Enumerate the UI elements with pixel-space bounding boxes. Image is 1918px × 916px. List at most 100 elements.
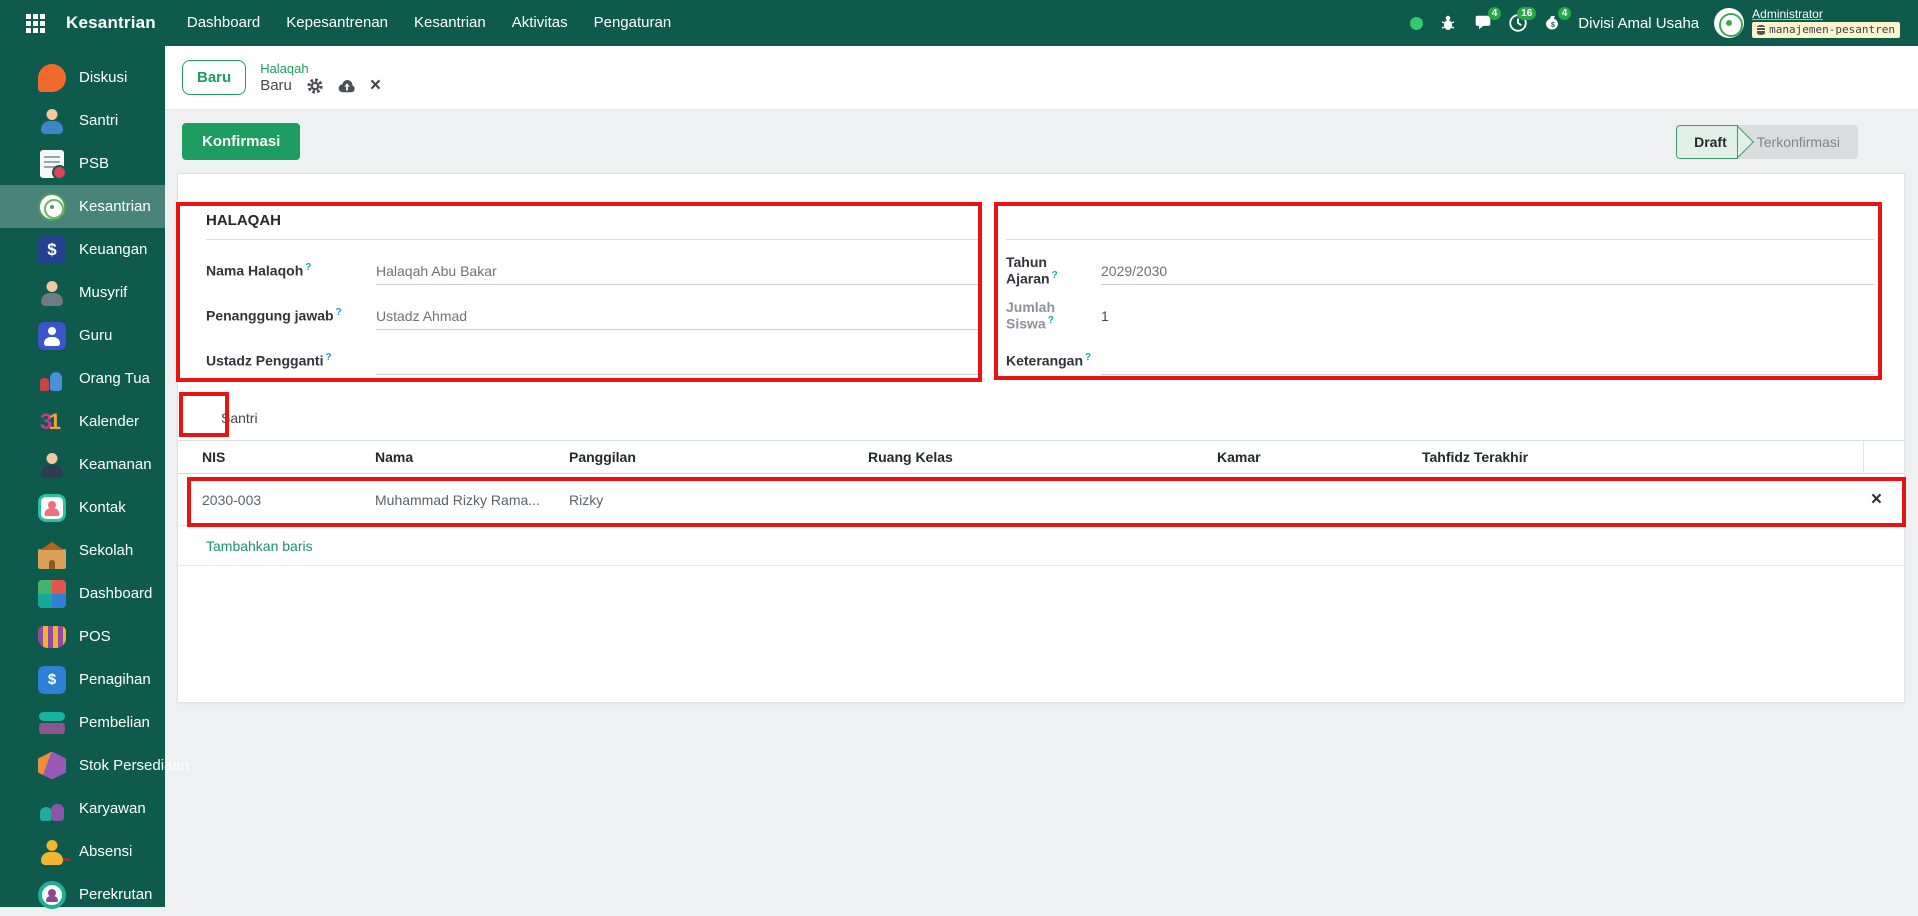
sidebar-item-kontak[interactable]: Kontak [0, 486, 165, 529]
sidebar-item-psb[interactable]: PSB [0, 142, 165, 185]
cell-nama[interactable]: Muhammad Rizky Rama... [375, 492, 569, 508]
status-terkonfirmasi[interactable]: Terkonfirmasi [1749, 125, 1858, 159]
messages-icon[interactable]: 4 [1473, 13, 1493, 33]
sidebar-item-penagihan[interactable]: Penagihan [0, 658, 165, 701]
add-row-link[interactable]: Tambahkan baris [206, 538, 313, 554]
sidebar-item-dashboard[interactable]: Dashboard [0, 572, 165, 615]
sekolah-icon [38, 549, 66, 569]
help-icon[interactable]: ? [305, 262, 311, 273]
absensi-icon [38, 838, 66, 866]
sidebar-item-musyrif[interactable]: Musyrif [0, 271, 165, 314]
navbar-left: Kesantrian Dashboard Kepesantrenan Kesan… [14, 0, 684, 46]
apps-menu-icon[interactable] [20, 8, 50, 38]
header-nis[interactable]: NIS [178, 449, 375, 465]
username: Administrator [1752, 8, 1823, 20]
keterangan-label: Keterangan? [1006, 352, 1101, 369]
tahun-ajaran-input[interactable]: 2029/2030 [1101, 257, 1874, 285]
save-cloud-icon[interactable] [338, 77, 356, 95]
penanggung-jawab-input[interactable]: Ustadz Ahmad [376, 302, 982, 330]
help-icon[interactable]: ? [325, 352, 331, 363]
psb-icon [40, 150, 64, 178]
sidebar-item-sekolah[interactable]: Sekolah [0, 529, 165, 572]
sidebar-item-santri[interactable]: Santri [0, 99, 165, 142]
keuangan-icon [38, 236, 66, 264]
bug-icon[interactable] [1438, 13, 1458, 33]
action-strip: Konfirmasi Draft Terkonfirmasi [165, 110, 1918, 173]
jumlah-siswa-label: Jumlah Siswa? [1006, 299, 1101, 332]
musyrif-icon [38, 279, 66, 307]
field-tahun-ajaran: Tahun Ajaran? 2029/2030 [1006, 248, 1874, 293]
discard-icon[interactable]: × [370, 77, 381, 95]
sidebar-item-stok-persediaan[interactable]: Stok Persediaan [0, 744, 165, 787]
sidebar-item-pos[interactable]: POS [0, 615, 165, 658]
kesantrian-icon [38, 193, 66, 221]
help-icon[interactable]: ? [1085, 352, 1091, 363]
santri-icon [38, 107, 66, 135]
header-panggilan[interactable]: Panggilan [569, 449, 868, 465]
menu-kepesantrenan[interactable]: Kepesantrenan [273, 0, 401, 46]
menu-kesantrian[interactable]: Kesantrian [401, 0, 499, 46]
karyawan-icon [38, 795, 66, 823]
table-header-row: NIS Nama Panggilan Ruang Kelas Kamar Tah… [178, 441, 1904, 474]
activities-clock-icon[interactable]: 16 [1508, 13, 1528, 33]
svg-text:$: $ [1551, 22, 1555, 29]
pos-icon [38, 626, 66, 648]
table-row[interactable]: 2030-003 Muhammad Rizky Rama... Rizky × [178, 474, 1904, 526]
diskusi-icon [38, 64, 66, 92]
company-switcher[interactable]: Divisi Amal Usaha [1578, 15, 1699, 32]
sidebar-item-kesantrian[interactable]: Kesantrian [0, 185, 165, 228]
ustadz-pengganti-input[interactable] [376, 347, 982, 375]
database-badge: manajemen-pesantren [1752, 22, 1900, 38]
app-sidebar: Diskusi Santri PSB Kesantrian Keuangan M… [0, 46, 165, 907]
sidebar-item-karyawan[interactable]: Karyawan [0, 787, 165, 830]
cell-panggilan[interactable]: Rizky [569, 492, 868, 508]
header-kamar[interactable]: Kamar [1217, 449, 1422, 465]
field-keterangan: Keterangan? [1006, 338, 1874, 383]
messages-badge: 4 [1488, 7, 1502, 20]
sidebar-item-diskusi[interactable]: Diskusi [0, 56, 165, 99]
tab-santri[interactable]: Santri [203, 400, 276, 436]
user-menu[interactable]: Administrator manajemen-pesantren [1714, 8, 1900, 38]
menu-dashboard[interactable]: Dashboard [174, 0, 273, 46]
settings-gear-icon[interactable] [306, 77, 324, 95]
kontak-icon [38, 494, 66, 522]
menu-aktivitas[interactable]: Aktivitas [499, 0, 581, 46]
sidebar-item-perekrutan[interactable]: Perekrutan [0, 873, 165, 916]
sidebar-item-orang-tua[interactable]: Orang Tua [0, 357, 165, 400]
sidebar-item-keuangan[interactable]: Keuangan [0, 228, 165, 271]
jumlah-siswa-value: 1 [1101, 302, 1874, 330]
header-delete-column [1863, 441, 1904, 474]
online-status-dot [1410, 17, 1423, 30]
header-tahfidz-terakhir[interactable]: Tahfidz Terakhir [1422, 449, 1863, 465]
breadcrumb-model[interactable]: Halaqah [260, 61, 381, 76]
keterangan-input[interactable] [1101, 347, 1874, 375]
help-icon[interactable]: ? [1048, 315, 1054, 326]
stok-persediaan-icon [38, 752, 66, 780]
sidebar-item-pembelian[interactable]: Pembelian [0, 701, 165, 744]
sidebar-item-absensi[interactable]: Absensi [0, 830, 165, 873]
cell-nis[interactable]: 2030-003 [178, 492, 375, 508]
help-icon[interactable]: ? [1052, 270, 1058, 281]
avatar[interactable] [1714, 8, 1744, 38]
new-button[interactable]: Baru [182, 60, 246, 95]
confirm-button[interactable]: Konfirmasi [182, 123, 300, 160]
menu-pengaturan[interactable]: Pengaturan [581, 0, 685, 46]
database-icon [1757, 25, 1765, 35]
add-row: Tambahkan baris [178, 526, 1904, 566]
navbar-right: 4 16 $ 4 Divisi Amal Usaha Administrator… [1410, 8, 1904, 38]
header-ruang-kelas[interactable]: Ruang Kelas [868, 449, 1217, 465]
sidebar-item-kalender[interactable]: Kalender [0, 400, 165, 443]
sidebar-item-keamanan[interactable]: Keamanan [0, 443, 165, 486]
sidebar-item-guru[interactable]: Guru [0, 314, 165, 357]
status-draft[interactable]: Draft [1676, 125, 1738, 159]
penanggung-jawab-label: Penanggung jawab? [206, 307, 376, 324]
approvals-money-icon[interactable]: $ 4 [1543, 13, 1563, 33]
app-brand[interactable]: Kesantrian [66, 13, 156, 33]
main-menu: Dashboard Kepesantrenan Kesantrian Aktiv… [174, 0, 684, 46]
delete-row-icon[interactable]: × [1871, 489, 1882, 510]
field-nama-halaqoh: Nama Halaqoh? Halaqah Abu Bakar [206, 248, 982, 293]
header-nama[interactable]: Nama [375, 449, 569, 465]
nama-halaqoh-input[interactable]: Halaqah Abu Bakar [376, 257, 982, 285]
section-title-halaqah: HALAQAH [206, 206, 982, 240]
help-icon[interactable]: ? [336, 307, 342, 318]
